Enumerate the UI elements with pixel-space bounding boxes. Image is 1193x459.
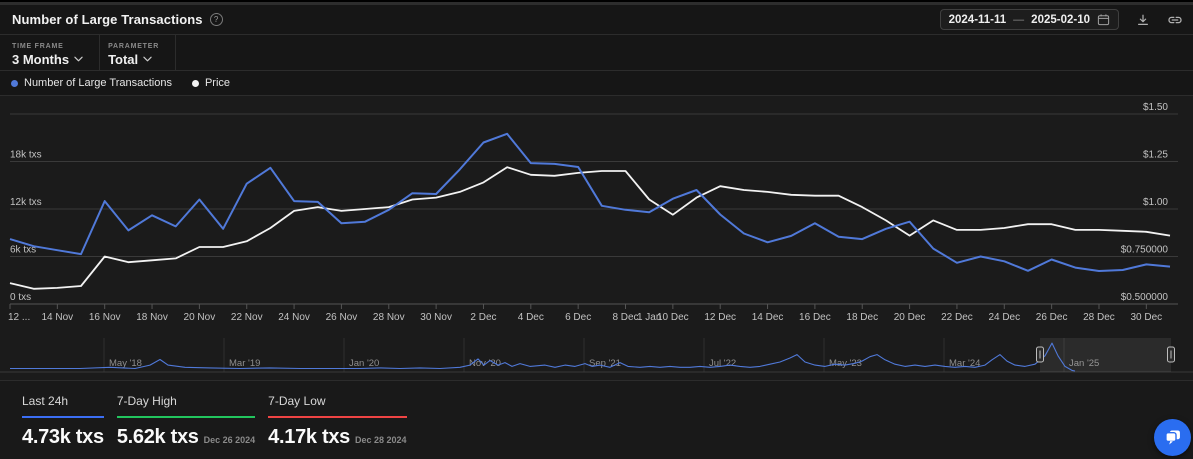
x-axis-label: 20 Dec [894, 312, 926, 323]
download-icon[interactable] [1136, 13, 1150, 27]
main-chart[interactable]: 18k txs12k txs6k txs0 txs$1.50$1.25$1.00… [0, 96, 1193, 336]
x-axis-label: 28 Dec [1083, 312, 1115, 323]
title-wrap: Number of Large Transactions ? [12, 12, 223, 27]
page-title: Number of Large Transactions [12, 12, 203, 27]
transactions-line-series[interactable] [9, 132, 1171, 272]
x-axis-label: 8 Dec [612, 312, 638, 323]
filter-row-spacer [176, 35, 1193, 70]
x-axis-label: 30 Nov [420, 312, 452, 323]
navigator-axis-label: May '23 [829, 358, 862, 369]
filter-row: TIME FRAME 3 Months PARAMETER Total [0, 35, 1193, 71]
x-axis-label: 18 Dec [846, 312, 878, 323]
parameter-value[interactable]: Total [108, 52, 138, 67]
stat-value: 4.17k txs [268, 426, 350, 448]
x-axis-label: 18 Nov [136, 312, 168, 323]
navigator-axis-label: Mar '19 [229, 358, 260, 369]
navigator-series [10, 342, 1076, 372]
parameter-label: PARAMETER [108, 42, 160, 50]
chat-launcher-button[interactable] [1154, 419, 1191, 456]
legend-label: Price [204, 77, 231, 89]
calendar-icon [1097, 14, 1110, 26]
chart-legend: Number of Large Transactions Price [0, 71, 1193, 96]
legend-label: Number of Large Transactions [24, 77, 172, 89]
header-row: Number of Large Transactions ? 2024-11-1… [0, 5, 1193, 35]
stat-7-day-high: 7-Day High 5.62k txs Dec 26 2024 [116, 392, 256, 459]
stat-value: 5.62k txs [116, 426, 199, 448]
x-axis-label: 16 Dec [799, 312, 831, 323]
link-icon[interactable] [1167, 13, 1183, 27]
x-axis-label: 20 Nov [184, 312, 216, 323]
navigator-left-handle[interactable] [1036, 346, 1044, 363]
stat-label: Last 24h [22, 394, 69, 408]
stat-date: Dec 26 2024 [203, 435, 256, 445]
parameter-select[interactable]: PARAMETER Total [100, 35, 177, 70]
x-axis-label: 22 Nov [231, 312, 263, 323]
x-axis-label: 4 Dec [518, 312, 544, 323]
y-axis-right-label: $0.750000 [1121, 245, 1169, 256]
x-axis-label: 26 Dec [1036, 312, 1068, 323]
y-axis-right-label: $1.25 [1143, 150, 1168, 161]
x-axis-label: 14 Dec [752, 312, 784, 323]
x-axis-label: 12 ... [8, 312, 30, 323]
date-start[interactable]: 2024-11-11 [949, 14, 1007, 26]
stat-value: 4.73k txs [22, 426, 104, 448]
stats-row: Last 24h 4.73k txs 7-Day High 5.62k txs … [0, 380, 1193, 459]
time-frame-label: TIME FRAME [12, 42, 64, 50]
navigator-axis-label: Jan '20 [349, 358, 379, 369]
legend-item-transactions[interactable]: Number of Large Transactions [11, 77, 172, 89]
x-axis-label: 14 Nov [42, 312, 74, 323]
stat-label: 7-Day High [116, 394, 177, 408]
x-axis-label: 24 Dec [988, 312, 1020, 323]
stat-7-day-low: 7-Day Low 4.17k txs Dec 28 2024 [268, 392, 407, 459]
legend-dot-white [191, 79, 199, 87]
x-axis-label: 26 Nov [326, 312, 358, 323]
x-axis-ghost-label: 1 Jan [637, 312, 661, 323]
date-range-picker[interactable]: 2024-11-11 — 2025-02-10 [939, 9, 1119, 30]
time-frame-value[interactable]: 3 Months [12, 52, 69, 67]
stat-label: 7-Day Low [268, 394, 326, 408]
x-axis-label: 12 Dec [704, 312, 736, 323]
date-separator: — [1013, 13, 1025, 26]
date-end[interactable]: 2025-02-10 [1031, 14, 1090, 26]
x-axis-label: 22 Dec [941, 312, 973, 323]
y-axis-right-label: $1.50 [1143, 102, 1168, 113]
stat-underline: 7-Day High [116, 392, 256, 418]
stat-last-24h: Last 24h 4.73k txs [22, 392, 104, 459]
x-axis-label: 2 Dec [470, 312, 496, 323]
x-axis-label: 10 Dec [657, 312, 689, 323]
legend-item-price[interactable]: Price [191, 77, 231, 89]
chevron-down-icon [74, 56, 83, 62]
stat-date: Dec 28 2024 [354, 435, 407, 445]
x-axis-label: 28 Nov [373, 312, 405, 323]
x-axis-label: 24 Nov [278, 312, 310, 323]
time-frame-select[interactable]: TIME FRAME 3 Months [0, 35, 101, 70]
x-axis-label: 6 Dec [565, 312, 591, 323]
navigator-right-handle[interactable] [1167, 346, 1175, 363]
y-axis-left-label: 12k txs [10, 197, 42, 208]
navigator-axis-label: Sep '21 [589, 358, 621, 369]
navigator-selection[interactable] [1040, 338, 1171, 372]
chevron-down-icon [143, 56, 152, 62]
help-icon[interactable]: ? [209, 13, 223, 26]
stat-underline: 7-Day Low [268, 392, 407, 418]
stat-underline: Last 24h [22, 392, 104, 418]
y-axis-left-label: 18k txs [10, 150, 42, 161]
chat-bubbles-icon [1165, 430, 1180, 445]
x-axis-label: 30 Dec [1130, 312, 1162, 323]
y-axis-right-label: $1.00 [1143, 197, 1168, 208]
x-axis-label: 16 Nov [89, 312, 121, 323]
analytics-page: Number of Large Transactions ? 2024-11-1… [0, 0, 1193, 459]
timeline-navigator[interactable]: May '18 Mar '19 Jan '20 Nov '20 Sep '21 Jul '… [0, 336, 1193, 380]
header-actions: 2024-11-11 — 2025-02-10 [939, 9, 1183, 30]
y-axis-left-label: 0 txs [10, 292, 31, 303]
legend-dot-blue [11, 79, 18, 87]
y-axis-right-label: $0.500000 [1121, 292, 1169, 303]
